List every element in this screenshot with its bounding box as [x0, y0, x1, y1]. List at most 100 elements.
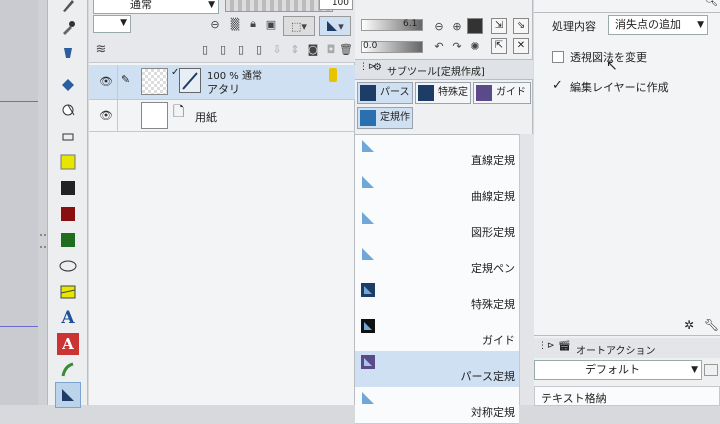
duplicate-layer-icon[interactable]: ▯	[251, 41, 267, 57]
flip-v-icon[interactable]: ⇘	[513, 18, 529, 34]
lock-transparency-icon[interactable]: 🔒︎	[245, 16, 261, 32]
action-item[interactable]: テキスト格納	[534, 386, 720, 406]
auto-action-tabbar: ⋮⊳ 🎬︎ オートアクション	[534, 338, 720, 358]
subtool-label: 図形定規	[471, 226, 515, 239]
layer-mask-icon[interactable]: ◙	[305, 41, 321, 57]
collapse-icon[interactable]: ⋮⊳	[538, 341, 555, 351]
ruler-figure-icon	[362, 212, 374, 224]
subtool-item[interactable]: 定規ペン	[355, 243, 519, 280]
tool-bar: A A	[48, 0, 88, 408]
auto-action-tab[interactable]: オートアクション	[576, 342, 656, 357]
gradient-green-tool-icon[interactable]	[57, 229, 79, 251]
process-value: 消失点の追加	[615, 18, 681, 31]
blend-mode-select[interactable]: 通常 ▼	[93, 0, 219, 14]
reset-rotation-icon[interactable]: ✺	[467, 38, 483, 54]
zoom-out-icon[interactable]: ⊖	[431, 18, 447, 34]
ruler-tool-icon[interactable]	[55, 382, 81, 408]
edit-layer-checkbox[interactable]: ✓	[552, 79, 564, 92]
layer-blend-opacity: 100 % 通常	[207, 71, 262, 82]
fill-tool-icon[interactable]	[57, 73, 79, 95]
balloon-tool-icon[interactable]: A	[57, 333, 79, 355]
merge-down-icon[interactable]: ⇩	[269, 41, 285, 57]
gradient-red-tool-icon[interactable]	[57, 203, 79, 225]
group-tab-ruler[interactable]: 定規作	[357, 107, 413, 129]
group-tab-guide[interactable]: ガイド	[473, 82, 531, 104]
subtool-label: 直線定規	[471, 154, 515, 167]
reset-view-icon[interactable]: ✕	[513, 38, 529, 54]
settings-icon[interactable]: ✲	[684, 318, 694, 332]
subtool-item[interactable]: 図形定規	[355, 207, 519, 244]
tab-label: ガイド	[496, 87, 526, 98]
perspective-checkbox[interactable]	[552, 51, 564, 63]
chevron-down-icon: ▼	[120, 18, 127, 28]
eye-icon[interactable]: 👁︎	[99, 75, 113, 88]
group-tab-perspective[interactable]: パース	[357, 82, 413, 104]
perspective-group-icon	[360, 85, 376, 101]
canvas-area[interactable]	[0, 0, 38, 405]
rotate-left-icon[interactable]: ↶	[431, 38, 447, 54]
guide-icon	[361, 319, 375, 333]
subtool-label: ガイド	[482, 334, 515, 347]
text-tool-icon[interactable]: A	[57, 307, 79, 329]
divider	[117, 65, 118, 99]
process-label: 処理内容	[552, 20, 596, 33]
shortcut-tool-icon[interactable]	[57, 151, 79, 173]
reference-layer-icon[interactable]: ▣	[263, 16, 279, 32]
blend-mode-value: 通常	[130, 0, 152, 11]
brush-tool-icon[interactable]	[57, 0, 79, 16]
layer-name: 用紙	[195, 111, 217, 124]
subtool-scrollbar[interactable]	[519, 134, 534, 405]
ellipse-tool-icon[interactable]	[57, 255, 79, 277]
wrench-icon[interactable]: 🔧︎	[704, 318, 719, 332]
lock-icon[interactable]: ⊖	[207, 16, 223, 32]
correction-tool-icon[interactable]	[57, 359, 79, 381]
layer-row[interactable]: 👁︎ ✎ ✓ 100 % 通常 アタリ	[89, 65, 355, 100]
panel-splitter[interactable]	[38, 0, 48, 405]
subtool-item[interactable]: 直線定規	[355, 135, 519, 172]
new-layer-icon[interactable]: ▯	[197, 41, 213, 57]
frame-tool-icon[interactable]	[57, 281, 79, 303]
new-vector-layer-icon[interactable]: ▯	[215, 41, 231, 57]
mirror-icon[interactable]: ⇱	[491, 38, 507, 54]
tab-label: 定規作	[380, 112, 410, 123]
apply-mask-icon[interactable]: ◘	[323, 41, 339, 57]
zoom-in-icon[interactable]: ⊕	[449, 18, 465, 34]
opacity-value[interactable]: 100	[319, 0, 353, 10]
eye-icon[interactable]: 👁︎	[99, 109, 113, 122]
ruler-thumbnail-icon	[179, 68, 201, 93]
action-set-value: デフォルト	[585, 363, 640, 376]
blend-tool-icon[interactable]	[57, 99, 79, 121]
paper-layer-icon: 🗋︎	[173, 104, 185, 120]
subtool-item[interactable]: 特殊定規	[355, 279, 519, 316]
draft-layer-select[interactable]: ⬚▾	[283, 16, 315, 36]
eyedropper-tool-icon[interactable]	[57, 17, 79, 39]
group-tab-special[interactable]: 特殊定	[415, 82, 471, 104]
layer-row[interactable]: 👁︎ 🗋︎ 用紙	[89, 99, 355, 132]
merge-selected-icon[interactable]: ⇕	[287, 41, 303, 57]
search-icon[interactable]: 🔍︎	[704, 0, 718, 8]
divider	[534, 12, 720, 13]
subtool-item[interactable]: 対称定規	[355, 387, 519, 424]
subtool-item[interactable]: 曲線定規	[355, 171, 519, 208]
ruler-display-select[interactable]: ▾	[319, 16, 351, 36]
gradient-tool-icon[interactable]	[57, 177, 79, 199]
clip-icon[interactable]: ▒	[227, 16, 243, 32]
mouse-cursor-icon: ↖	[606, 58, 618, 74]
layer-panel: 通常 ▼ 100 ▼ ⊖ ▒ 🔒︎ ▣ ⬚▾ ▾ ≋ ▯ ▯ ▯ ▯ ⇩ ⇕ ◙ …	[89, 0, 355, 405]
pen-tool-icon[interactable]	[57, 43, 79, 65]
fit-view-icon[interactable]	[467, 18, 483, 34]
opacity-slider[interactable]	[225, 0, 333, 12]
flip-h-icon[interactable]: ⇲	[491, 18, 507, 34]
rotate-right-icon[interactable]: ↷	[449, 38, 465, 54]
new-folder-icon[interactable]: ▯	[233, 41, 249, 57]
action-label: テキスト格納	[541, 392, 607, 405]
action-set-select[interactable]: デフォルト ▼	[534, 360, 702, 380]
subtool-item[interactable]: パース定規	[355, 351, 519, 388]
layer-color-select[interactable]: ▼	[93, 15, 131, 33]
menu-icon[interactable]	[704, 364, 718, 376]
process-select[interactable]: 消失点の追加 ▼	[608, 15, 708, 35]
eraser-tool-icon[interactable]	[57, 125, 79, 147]
trash-icon[interactable]: 🗑︎	[339, 41, 353, 57]
subtool-item[interactable]: ガイド	[355, 315, 519, 352]
layer-commands: ≋ ▯ ▯ ▯ ▯ ⇩ ⇕ ◙ ◘ 🗑︎	[89, 36, 355, 63]
